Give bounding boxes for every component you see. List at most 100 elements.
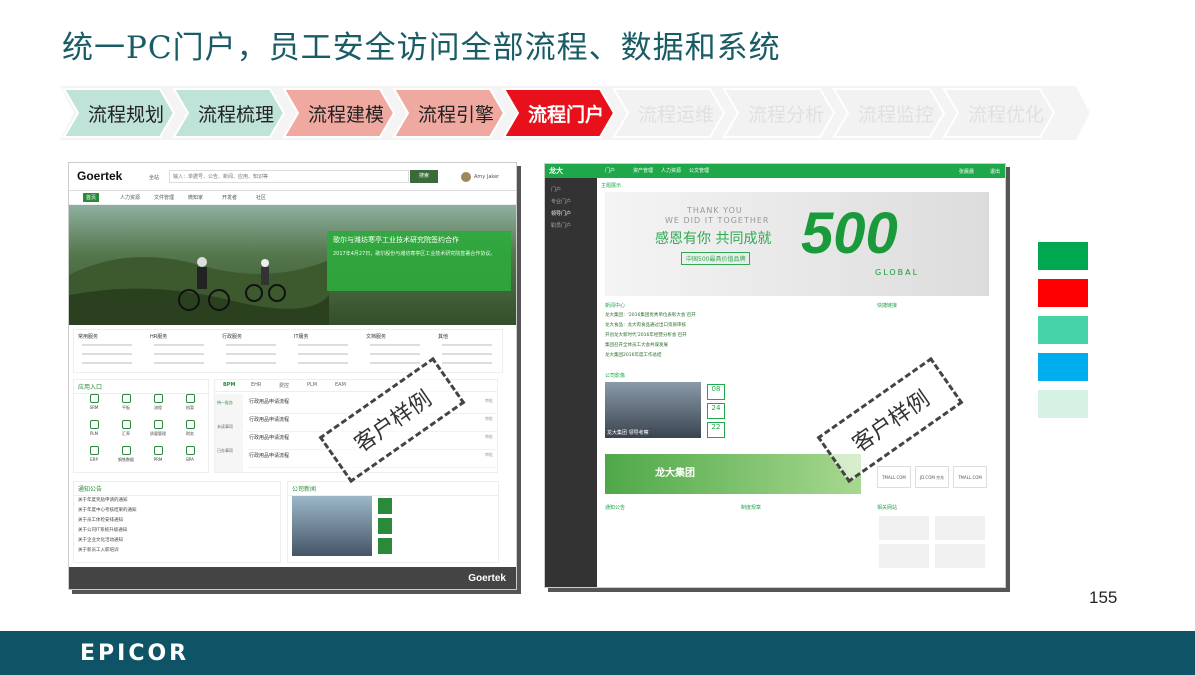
nav-item[interactable]: 开发者 (219, 193, 240, 202)
system-tab[interactable]: EHR (251, 382, 261, 388)
search-button[interactable]: 搜索 (410, 170, 438, 183)
system-tab[interactable]: 费控 (279, 382, 289, 389)
service-link-placeholder[interactable] (82, 344, 132, 346)
todo-category[interactable]: 未读事项 (217, 424, 233, 430)
news-item[interactable]: 开创龙大新时代‘2016年经营分析会’召开 (605, 332, 861, 342)
step-label[interactable]: 流程运维 (628, 86, 724, 140)
service-link-placeholder[interactable] (154, 353, 204, 355)
search-scope[interactable]: 全站 (149, 174, 159, 181)
service-link-placeholder[interactable] (154, 344, 204, 346)
service-link-placeholder[interactable] (226, 353, 276, 355)
partner-logo[interactable]: JD.COM 京东 (915, 466, 949, 488)
service-link-placeholder[interactable] (82, 362, 132, 364)
notice-item[interactable]: 关于新员工入职培训 (74, 546, 280, 556)
nav-item[interactable]: 微知家 (185, 193, 206, 202)
sidebar-item[interactable]: 专业门户 (551, 198, 571, 205)
service-category[interactable]: 行政服务 (222, 333, 242, 340)
service-link-placeholder[interactable] (442, 362, 492, 364)
todo-category[interactable]: 待一批办 (217, 400, 233, 406)
footer-brand: Goertek (468, 573, 506, 584)
service-link-placeholder[interactable] (154, 362, 204, 364)
app-tile[interactable]: 流程 (144, 394, 172, 411)
service-link-placeholder[interactable] (298, 362, 348, 364)
app-tile[interactable]: SRM (80, 394, 108, 410)
nav-item[interactable]: 人力资源 (117, 193, 143, 202)
service-category[interactable]: HR服务 (150, 333, 167, 340)
app-tile[interactable]: PRM (144, 446, 172, 462)
step-label[interactable]: 流程引擎 (408, 86, 504, 140)
news-item[interactable]: 龙大集团：‘2016集团优秀单位表彰大会’召开 (605, 312, 861, 322)
nav-item[interactable]: 门户 (605, 167, 615, 174)
system-tab[interactable]: EAM (335, 382, 346, 388)
step-label[interactable]: 流程建模 (298, 86, 394, 140)
service-link-placeholder[interactable] (370, 353, 420, 355)
step-label[interactable]: 流程梳理 (188, 86, 284, 140)
notice-item[interactable]: 关于年度中心考核结果的通知 (74, 506, 280, 516)
nav-item[interactable]: 资产管理 (633, 167, 653, 174)
partner-logo[interactable]: TMALL.COM (953, 466, 987, 488)
todo-status: 审批 (485, 416, 493, 421)
service-category[interactable]: 其他 (438, 333, 448, 340)
news-item[interactable]: 集团召开全体员工大会共谋发展 (605, 342, 861, 352)
system-tab[interactable]: PLM (307, 382, 317, 388)
user-name[interactable]: Amy Jaker (474, 174, 499, 180)
banner-text: 2017年4月27日，歌尔股份与潍坊寒亭区工业技术研究院签署合作协议。 (333, 251, 496, 257)
app-tile[interactable]: 平板 (112, 394, 140, 411)
user-name[interactable]: 张晨晨 (959, 168, 974, 175)
logout-button[interactable]: 退出 (990, 168, 1000, 175)
banner-slogan: 感恩有你 共同成就 (655, 231, 772, 247)
nav-item[interactable]: 人力资源 (661, 167, 681, 174)
sidebar-item[interactable]: 门户 (551, 186, 561, 193)
app-tile[interactable]: 档案 (176, 394, 204, 411)
service-link-placeholder[interactable] (442, 353, 492, 355)
service-link-placeholder[interactable] (226, 344, 276, 346)
longda-photo[interactable]: 龙大集团 领导考察 (605, 382, 701, 438)
app-tile[interactable]: 财务 (176, 420, 204, 437)
service-link-placeholder[interactable] (82, 353, 132, 355)
longda-news-list: 龙大集团：‘2016集团优秀单位表彰大会’召开 龙大食品：龙大肉食品通过出口资质审… (605, 312, 861, 362)
service-category[interactable]: IT服务 (294, 333, 309, 340)
step-label[interactable]: 流程门户 (518, 86, 614, 140)
search-input[interactable] (169, 170, 409, 183)
longda-group-banner[interactable]: 龙大集团 (605, 454, 861, 494)
longda-banner[interactable]: THANK YOU WE DID IT TOGETHER 感恩有你 共同成就 中… (605, 192, 989, 296)
todo-category[interactable]: 已办事项 (217, 448, 233, 454)
news-item[interactable]: 龙大集团2016年度工作总结 (605, 352, 861, 362)
app-tile[interactable]: 质量管理 (144, 420, 172, 437)
nav-item[interactable]: 公文管理 (689, 167, 709, 174)
service-link-placeholder[interactable] (370, 362, 420, 364)
step-label[interactable]: 流程分析 (738, 86, 834, 140)
app-tile[interactable]: 汇率 (112, 420, 140, 437)
longda-logo: 龙大 (549, 167, 563, 175)
nav-item[interactable]: 首页 (83, 193, 100, 202)
service-link-placeholder[interactable] (298, 353, 348, 355)
partner-logo[interactable]: TMALL.COM (877, 466, 911, 488)
service-category[interactable]: 文档服务 (366, 333, 386, 340)
apps-title: 应用入口 (74, 380, 208, 394)
sidebar-item[interactable]: 领导门户 (551, 210, 571, 217)
notice-item[interactable]: 关于企业文化活动通知 (74, 536, 280, 546)
sidebar-item[interactable]: 职员门户 (551, 222, 571, 229)
step-label[interactable]: 流程监控 (848, 86, 944, 140)
longda-dates: 08 24 22 (707, 384, 727, 441)
service-link-placeholder[interactable] (298, 344, 348, 346)
service-link-placeholder[interactable] (370, 344, 420, 346)
service-link-placeholder[interactable] (442, 344, 492, 346)
step-label[interactable]: 流程规划 (78, 86, 174, 140)
service-link-placeholder[interactable] (226, 362, 276, 364)
notice-item[interactable]: 关于公司IT系统升级通知 (74, 526, 280, 536)
service-category[interactable]: 常用服务 (78, 333, 98, 340)
system-tab[interactable]: BPM (223, 382, 235, 388)
app-tile[interactable]: BPA (176, 446, 204, 462)
app-tile[interactable]: ERP (80, 446, 108, 462)
app-tile[interactable]: PLM (80, 420, 108, 436)
app-label: 财务 (186, 431, 194, 436)
step-label[interactable]: 流程优化 (958, 86, 1054, 140)
notice-item[interactable]: 关于年度奖励申请的通知 (74, 496, 280, 506)
nav-item[interactable]: 文件管理 (151, 193, 177, 202)
nav-item[interactable]: 社区 (253, 193, 269, 202)
notice-item[interactable]: 关于员工体检安排通知 (74, 516, 280, 526)
app-tile[interactable]: 钢铁数据 (112, 446, 140, 463)
news-item[interactable]: 龙大食品：龙大肉食品通过出口资质审核 (605, 322, 861, 332)
banner-caption[interactable]: 歌尔与潍坊寒亭工业技术研究院签约合作 2017年4月27日，歌尔股份与潍坊寒亭区… (327, 231, 511, 291)
